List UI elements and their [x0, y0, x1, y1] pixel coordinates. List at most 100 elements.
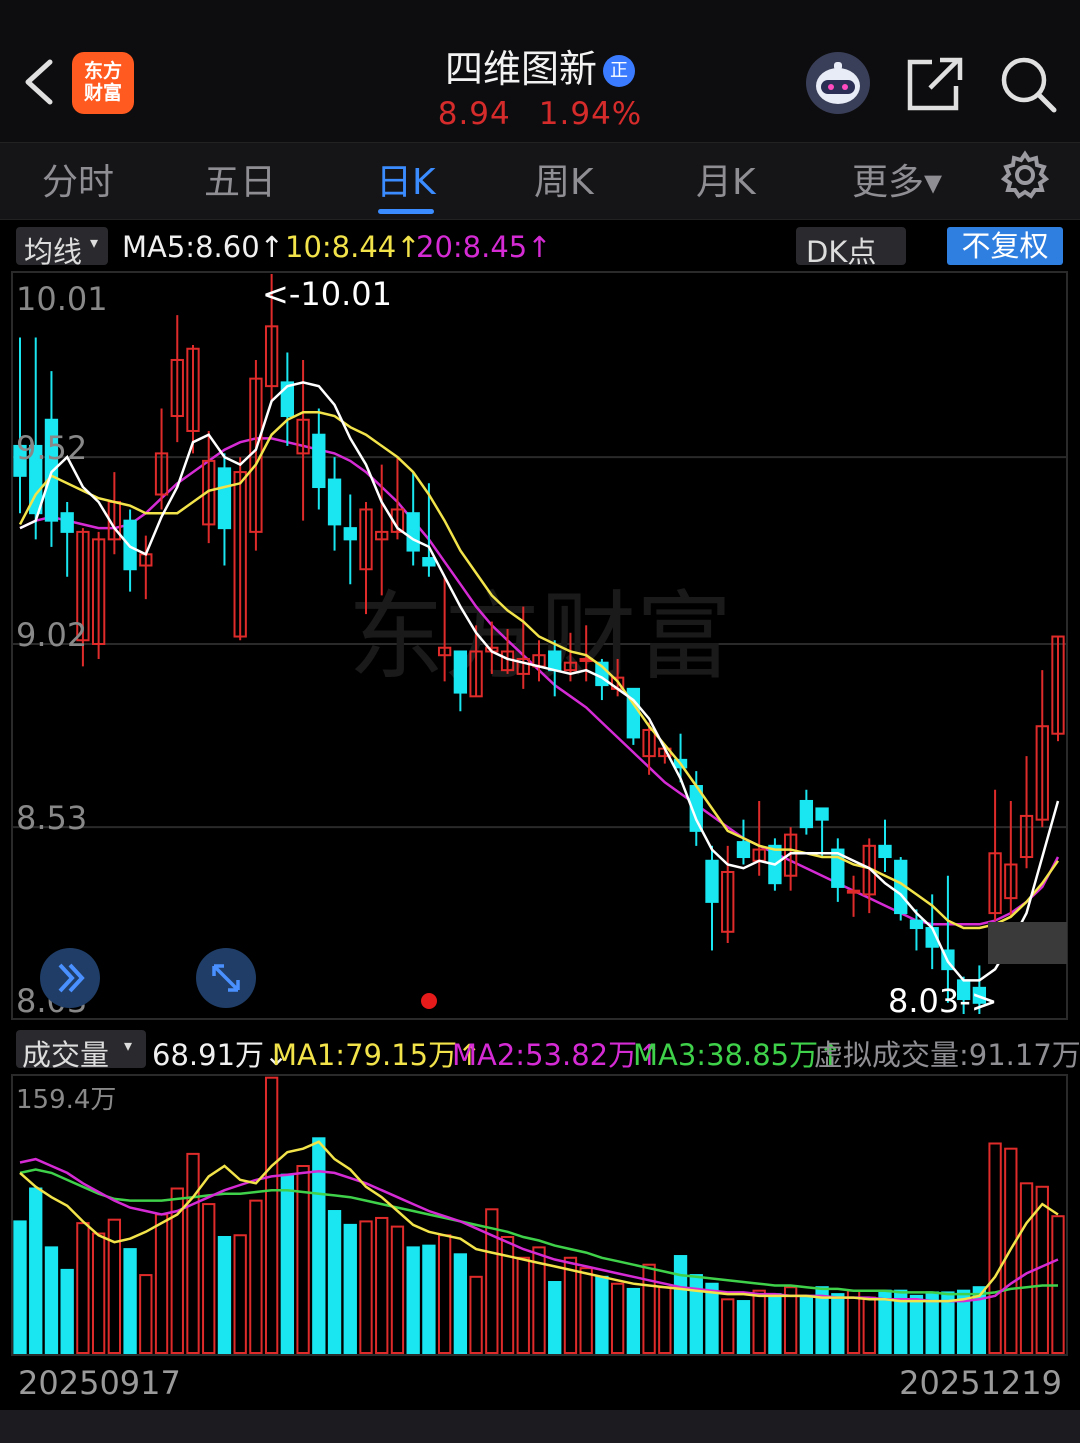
volume-bar: [516, 1256, 530, 1354]
volume-bar: [610, 1282, 625, 1355]
volume-bar: [642, 1263, 656, 1354]
current-price: 8.94: [437, 96, 511, 132]
event-dot[interactable]: [421, 993, 437, 1009]
volume-bar: [217, 1235, 232, 1355]
candle-body: [217, 467, 232, 530]
volume-ma1-polyline: [19, 1140, 1059, 1303]
ma5-value: MA5:8.60↑: [122, 230, 284, 264]
price-tick-label: 8.53: [16, 799, 87, 837]
tab-intraday[interactable]: 分时: [42, 153, 114, 205]
volume-bar: [752, 1289, 766, 1355]
volume-bar: [485, 1208, 499, 1354]
volume-bar: [233, 1234, 247, 1355]
volume-ma2-polyline: [19, 1157, 1059, 1303]
tab-monthly-k[interactable]: 月K: [696, 153, 756, 205]
volume-ma2-line: [19, 1157, 1059, 1303]
volume-bar: [595, 1275, 609, 1355]
volume-bar: [437, 1234, 452, 1355]
volume-bar: [13, 1220, 27, 1354]
settings-gear-icon[interactable]: [1000, 150, 1050, 200]
volume-ma1-line: [19, 1140, 1059, 1303]
ma-select-label: 均线: [24, 235, 83, 269]
volume-bar: [909, 1294, 924, 1354]
volume-bar: [1019, 1182, 1034, 1354]
volume-ma1: MA1:79.15万↑: [272, 1038, 482, 1072]
volume-bar: [453, 1253, 468, 1354]
volume-bar: [29, 1187, 43, 1355]
high-annotation: <-10.01: [262, 275, 392, 313]
volume-bar: [689, 1274, 703, 1355]
volume-bar: [422, 1244, 436, 1354]
volume-bar: [44, 1246, 59, 1354]
volume-bar: [76, 1222, 90, 1354]
period-tabs: 分时 五日 日K 周K 月K 更多▾: [0, 142, 1080, 220]
volume-ma3: MA3:38.85万↑: [633, 1038, 843, 1072]
tab-daily-k[interactable]: 日K: [376, 153, 436, 214]
candle-body: [548, 650, 562, 672]
tab-weekly-k[interactable]: 周K: [534, 153, 594, 205]
volume-bar: [705, 1282, 719, 1355]
candle-body: [406, 512, 420, 552]
stock-status-badge: 正: [603, 55, 635, 87]
volume-bar: [280, 1173, 295, 1354]
ma10-value: 10:8.44↑: [285, 230, 421, 264]
assistant-robot-icon[interactable]: [806, 52, 870, 114]
volume-bar: [548, 1281, 562, 1355]
candle-body: [878, 844, 892, 859]
candle-body: [736, 841, 751, 859]
dk-point-label: DK点: [806, 235, 877, 269]
volume-bar: [831, 1293, 845, 1355]
volume-bar: [91, 1232, 106, 1354]
volume-bar: [296, 1164, 310, 1354]
selection-highlight: [988, 922, 1067, 964]
volume-bar: [154, 1213, 169, 1354]
share-icon[interactable]: [906, 56, 964, 112]
header: 东方 财富 四维图新正 8.94 1.94%: [0, 0, 1080, 142]
volume-bar: [264, 1076, 279, 1355]
volume-bar: [359, 1220, 373, 1354]
volume-bar: [60, 1268, 74, 1354]
volume-bar: [673, 1255, 688, 1354]
volume-panel-frame: [11, 1074, 1068, 1356]
volume-bar: [658, 1286, 672, 1354]
candle-body: [453, 650, 468, 694]
tab-more[interactable]: 更多▾: [852, 153, 942, 205]
volume-bar: [139, 1274, 153, 1355]
volume-bar: [390, 1225, 405, 1355]
search-icon[interactable]: [998, 54, 1058, 114]
ma-select[interactable]: 均线 ▾: [16, 227, 108, 269]
candle-body: [343, 527, 357, 541]
volume-value: 68.91万↓: [152, 1038, 289, 1072]
volume-bar: [202, 1203, 216, 1355]
volume-bar: [579, 1267, 593, 1355]
volume-select[interactable]: 成交量 ▾: [16, 1030, 146, 1072]
change-percent: 1.94%: [538, 96, 643, 132]
bottom-bar: [0, 1410, 1080, 1443]
volume-bar: [406, 1246, 420, 1354]
ma20-value: 20:8.45↑: [416, 230, 552, 264]
volume-bar: [626, 1287, 641, 1354]
candle-body: [312, 433, 326, 489]
price-tick-label: 10.01: [16, 280, 108, 318]
dk-point-button[interactable]: DK点: [796, 227, 906, 269]
volume-bar: [186, 1152, 200, 1354]
volume-bar: [123, 1248, 137, 1354]
expand-left-button[interactable]: [40, 948, 100, 1008]
candle-body: [327, 478, 342, 526]
candle-body: [909, 919, 924, 930]
fullscreen-button[interactable]: [196, 948, 256, 1008]
volume-bar: [375, 1216, 389, 1354]
price-axis: 10.019.529.028.538.03: [16, 280, 108, 1020]
volume-dropdown-icon: ▾: [124, 1036, 133, 1055]
price-tick-label: 9.52: [16, 429, 87, 467]
tab-five-day[interactable]: 五日: [204, 153, 276, 205]
volume-ma2: MA2:53.82万↑: [452, 1038, 662, 1072]
volume-bar: [846, 1289, 861, 1355]
start-date: 20250917: [18, 1364, 181, 1402]
volume-bar: [469, 1275, 483, 1355]
kline-chart[interactable]: 东方财富 10.019.529.028.538.03 <-10.01 8.03-…: [0, 270, 1080, 1410]
volume-bar: [768, 1293, 782, 1355]
candle-body: [705, 859, 719, 903]
no-adjust-button[interactable]: 不复权: [947, 227, 1063, 265]
volume-bar: [249, 1199, 263, 1354]
